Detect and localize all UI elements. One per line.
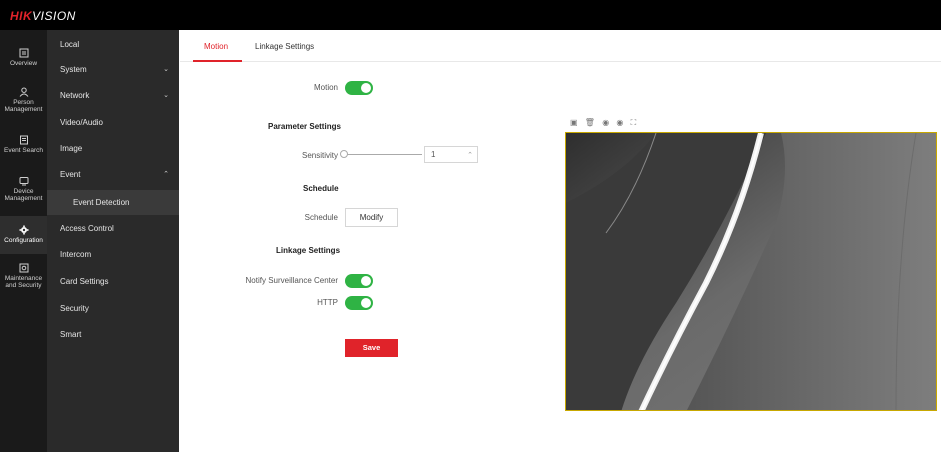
chevron-down-icon: ⌄ (163, 92, 169, 99)
motion-label: Motion (313, 83, 338, 92)
schedule-heading: Schedule (303, 184, 339, 193)
overview-icon (19, 48, 28, 58)
person-icon (19, 87, 28, 97)
save-button[interactable]: Save (345, 339, 398, 357)
gear-icon (19, 225, 28, 235)
tab-motion[interactable]: Motion (204, 42, 228, 51)
menu-item-access-control[interactable]: Access Control (47, 216, 179, 242)
live-video-preview[interactable] (565, 132, 937, 411)
linkage-settings-heading: Linkage Settings (276, 246, 341, 255)
sensitivity-label: Sensitivity (301, 151, 338, 160)
device-icon (19, 177, 28, 186)
notify-surveillance-label: Notify Surveillance Center (245, 276, 338, 285)
video-toolbar: ▣ 🗑 ◉ ◉ ⛶ (570, 118, 641, 128)
http-toggle[interactable] (345, 296, 373, 310)
nav-event-search[interactable]: Event Search (0, 135, 47, 154)
spinner-up-icon[interactable]: ⌃ (467, 148, 473, 163)
motion-toggle[interactable] (345, 81, 373, 95)
nav-overview[interactable]: Overview (0, 48, 47, 67)
active-tab-indicator (193, 60, 242, 62)
parameter-settings-heading: Parameter Settings (268, 122, 341, 131)
menu-item-security[interactable]: Security (47, 296, 179, 322)
menu-item-network[interactable]: Network ⌄ (47, 83, 179, 109)
nav-maintenance[interactable]: Maintenance and Security (0, 263, 47, 289)
tab-linkage-settings[interactable]: Linkage Settings (255, 42, 314, 51)
nav-person-management[interactable]: Person Management (0, 87, 47, 113)
nav-configuration[interactable]: Configuration (0, 216, 47, 254)
snapshot-icon[interactable]: ◉ (602, 118, 609, 127)
http-label: HTTP (317, 298, 338, 307)
menu-item-event[interactable]: Event ⌃ (47, 162, 179, 188)
menu-item-card-settings[interactable]: Card Settings (47, 269, 179, 295)
camera-frame (566, 133, 936, 410)
menu-item-event-detection[interactable]: Event Detection (47, 190, 179, 215)
nav-device-management[interactable]: Device Management (0, 176, 47, 202)
record-icon[interactable]: ◉ (616, 118, 623, 127)
hikvision-logo: HIKVISION (10, 9, 76, 23)
notify-surveillance-toggle[interactable] (345, 274, 373, 288)
menu-item-video-audio[interactable]: Video/Audio (47, 110, 179, 136)
schedule-label: Schedule (304, 213, 338, 222)
aspect-ratio-icon[interactable]: ▣ (570, 118, 578, 127)
menu-item-local[interactable]: Local (47, 32, 179, 58)
menu-item-intercom[interactable]: Intercom (47, 242, 179, 268)
fullscreen-icon[interactable]: ⛶ (631, 118, 637, 128)
sensitivity-slider-handle[interactable] (340, 150, 348, 158)
top-bar: HIKVISION (0, 0, 941, 30)
chevron-up-icon: ⌃ (163, 171, 169, 178)
menu-item-smart[interactable]: Smart (47, 322, 179, 348)
sensitivity-slider-track[interactable] (342, 154, 422, 155)
config-menu: Local System ⌄ Network ⌄ Video/Audio Image… (47, 30, 179, 452)
delete-icon[interactable]: 🗑 (585, 118, 595, 127)
menu-item-image[interactable]: Image (47, 136, 179, 162)
menu-item-system[interactable]: System ⌄ (47, 57, 179, 83)
chevron-down-icon: ⌄ (163, 66, 169, 73)
maintenance-icon (19, 263, 28, 273)
sensitivity-input[interactable]: 1 ⌃ (424, 146, 478, 163)
modify-button[interactable]: Modify (345, 208, 398, 227)
event-search-icon (19, 135, 28, 145)
main-nav: Overview Person Management Event Search … (0, 30, 47, 452)
